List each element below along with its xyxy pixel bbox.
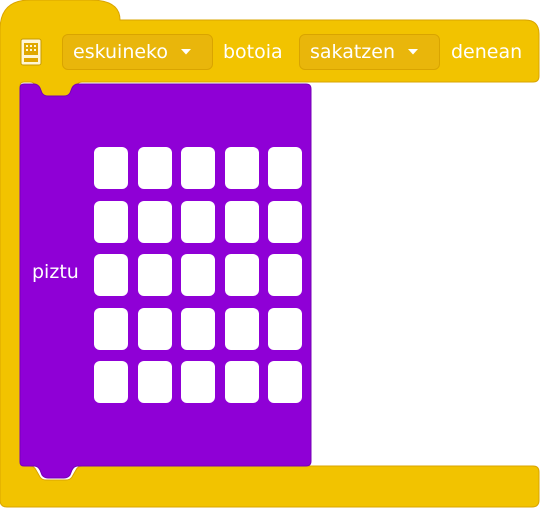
led-cell[interactable] bbox=[268, 307, 302, 350]
led-cell[interactable] bbox=[94, 200, 128, 243]
led-cell[interactable] bbox=[94, 307, 128, 350]
led-cell[interactable] bbox=[224, 147, 259, 189]
when-label: denean bbox=[451, 41, 523, 63]
caret-down-icon bbox=[407, 48, 419, 56]
button-dropdown[interactable]: eskuineko bbox=[62, 34, 213, 70]
led-cell[interactable] bbox=[137, 147, 172, 189]
led-cell[interactable] bbox=[268, 200, 302, 243]
led-cell[interactable] bbox=[181, 254, 215, 296]
led-cell[interactable] bbox=[268, 254, 302, 296]
led-cell[interactable] bbox=[181, 200, 215, 243]
action-dropdown[interactable]: sakatzen bbox=[299, 34, 440, 70]
microbit-icon bbox=[20, 38, 42, 66]
caret-down-icon bbox=[180, 48, 192, 56]
led-cell[interactable] bbox=[224, 200, 259, 243]
led-block-label: piztu bbox=[32, 261, 79, 283]
action-dropdown-value: sakatzen bbox=[310, 41, 396, 63]
led-cell[interactable] bbox=[268, 147, 302, 189]
led-cell[interactable] bbox=[94, 147, 128, 189]
workspace: eskuineko botoia sakatzen denean piztu bbox=[0, 0, 540, 508]
led-cell[interactable] bbox=[137, 200, 172, 243]
led-cell[interactable] bbox=[181, 307, 215, 350]
led-cell[interactable] bbox=[224, 307, 259, 350]
led-cell[interactable] bbox=[137, 254, 172, 296]
led-cell[interactable] bbox=[224, 254, 259, 296]
led-grid bbox=[94, 147, 302, 403]
led-cell[interactable] bbox=[224, 361, 259, 403]
led-cell[interactable] bbox=[94, 254, 128, 296]
led-cell[interactable] bbox=[268, 361, 302, 403]
led-cell[interactable] bbox=[137, 307, 172, 350]
button-label: botoia bbox=[223, 41, 283, 63]
led-cell[interactable] bbox=[181, 147, 215, 189]
led-cell[interactable] bbox=[94, 361, 128, 403]
led-cell[interactable] bbox=[137, 361, 172, 403]
led-cell[interactable] bbox=[181, 361, 215, 403]
event-block-header: eskuineko botoia sakatzen denean bbox=[0, 28, 540, 76]
button-dropdown-value: eskuineko bbox=[73, 41, 169, 63]
